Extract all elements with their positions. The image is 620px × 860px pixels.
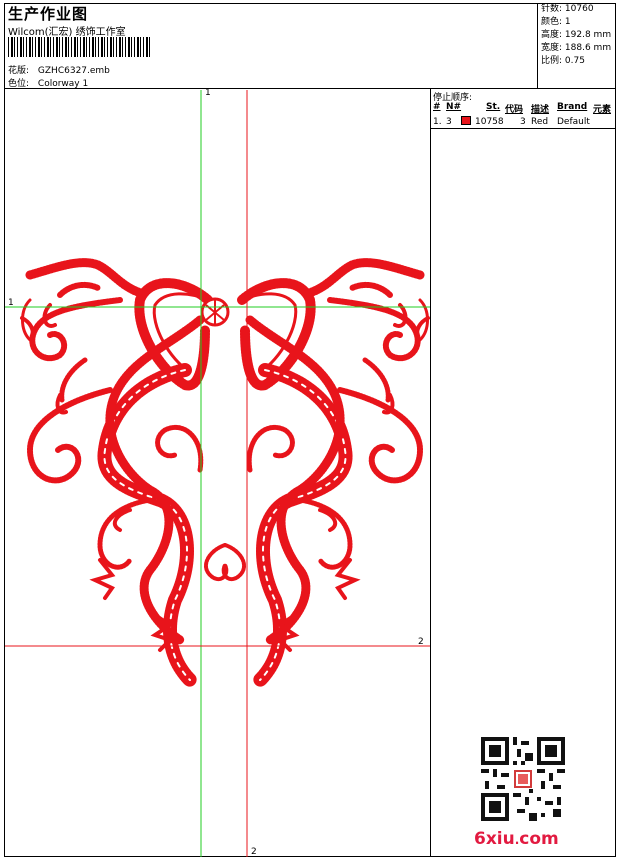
embroidery-design [5,90,620,857]
site-watermark: 6xiu.com [474,829,559,849]
guide-label-h2: 2 [418,637,424,647]
guide-label-v1: 1 [205,88,211,98]
guide-label-h1: 1 [8,298,14,308]
design-right-half [224,263,428,680]
guide-label-v2: 2 [251,847,257,857]
design-left-half [22,263,226,680]
qr-code [481,737,565,821]
